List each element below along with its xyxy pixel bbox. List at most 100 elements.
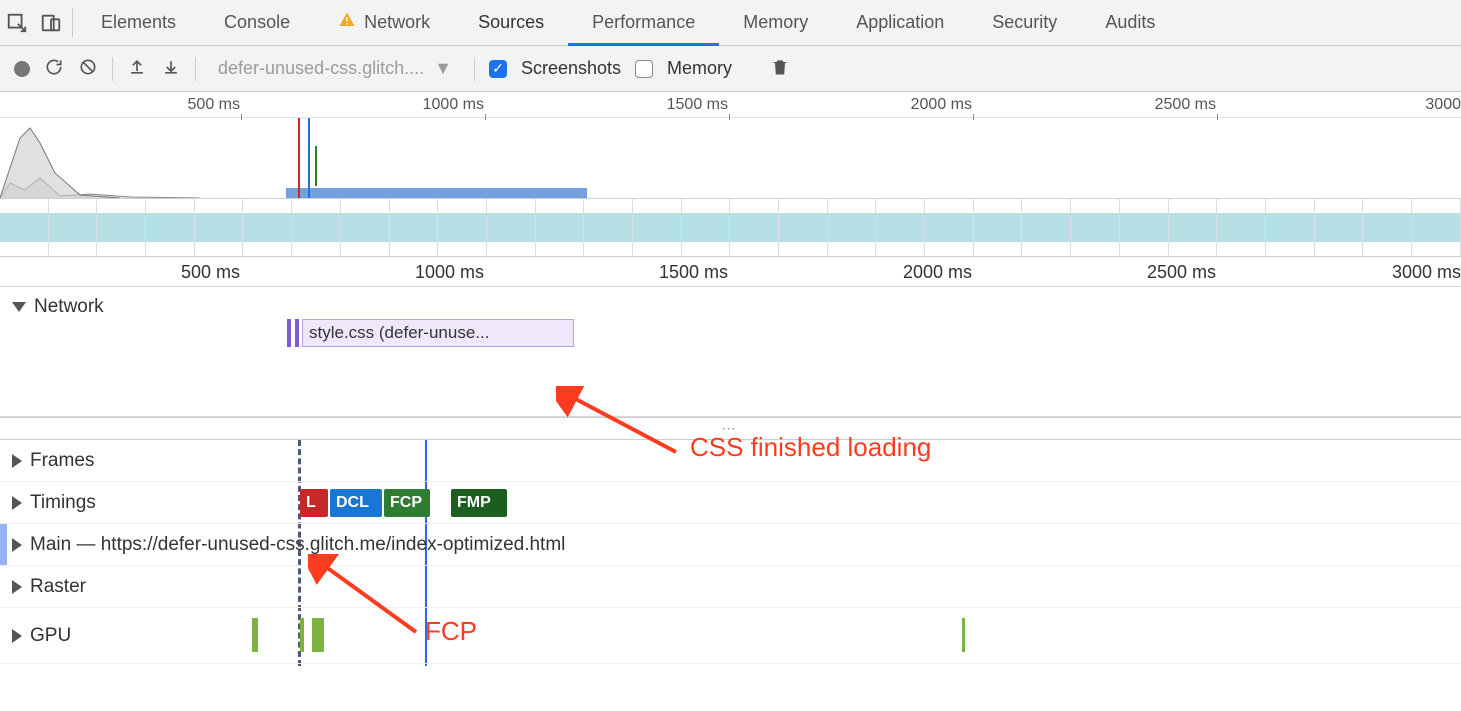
gpu-task bbox=[300, 618, 304, 652]
tab-label: Performance bbox=[592, 12, 695, 33]
ruler-tick: 2500 ms bbox=[1147, 262, 1216, 283]
timing-chip-fmp[interactable]: FMP bbox=[451, 489, 507, 517]
record-button[interactable] bbox=[14, 61, 30, 77]
filmstrip-frame[interactable] bbox=[633, 199, 682, 256]
filmstrip-frame[interactable] bbox=[390, 199, 439, 256]
inspect-icon[interactable] bbox=[0, 0, 34, 45]
chevron-right-icon bbox=[12, 454, 22, 468]
trash-icon[interactable] bbox=[770, 57, 790, 80]
overview-timeline[interactable]: 500 ms1000 ms1500 ms2000 ms2500 ms3000 bbox=[0, 92, 1461, 257]
filmstrip[interactable] bbox=[0, 198, 1461, 256]
download-icon[interactable] bbox=[161, 57, 181, 80]
frames-row[interactable]: Frames bbox=[0, 440, 1461, 482]
filmstrip-frame[interactable] bbox=[487, 199, 536, 256]
tab-security[interactable]: Security bbox=[968, 0, 1081, 45]
splitter-handle[interactable]: ⋯ bbox=[0, 417, 1461, 440]
upload-icon[interactable] bbox=[127, 57, 147, 80]
filmstrip-frame[interactable] bbox=[97, 199, 146, 256]
chevron-right-icon bbox=[12, 538, 22, 552]
timing-chip-dcl[interactable]: DCL bbox=[330, 489, 382, 517]
filmstrip-frame[interactable] bbox=[438, 199, 487, 256]
tab-audits[interactable]: Audits bbox=[1081, 0, 1179, 45]
filmstrip-frame[interactable] bbox=[730, 199, 779, 256]
overview-selection[interactable] bbox=[286, 188, 587, 198]
request-leader bbox=[287, 319, 291, 347]
filmstrip-frame[interactable] bbox=[1071, 199, 1120, 256]
timing-chip-fcp[interactable]: FCP bbox=[384, 489, 430, 517]
profile-dropdown[interactable]: defer-unused-css.glitch.... ▼ bbox=[210, 58, 460, 79]
main-label: Main — https://defer-unused-css.glitch.m… bbox=[30, 534, 565, 556]
raster-row[interactable]: Raster bbox=[0, 566, 1461, 608]
tab-elements[interactable]: Elements bbox=[77, 0, 200, 45]
ruler-tick: 2500 ms bbox=[1155, 96, 1216, 114]
tab-label: Console bbox=[224, 12, 290, 33]
timings-row[interactable]: Timings LDCLFCP FMP bbox=[0, 482, 1461, 524]
filmstrip-frame[interactable] bbox=[146, 199, 195, 256]
filmstrip-frame[interactable] bbox=[584, 199, 633, 256]
filmstrip-frame[interactable] bbox=[1412, 199, 1461, 256]
tab-performance[interactable]: Performance bbox=[568, 0, 719, 45]
screenshots-checkbox[interactable]: ✓ bbox=[489, 60, 507, 78]
filmstrip-frame[interactable] bbox=[1169, 199, 1218, 256]
detail-ruler: 500 ms1000 ms1500 ms2000 ms2500 ms3000 m… bbox=[0, 257, 1461, 287]
filmstrip-frame[interactable] bbox=[1120, 199, 1169, 256]
gpu-label: GPU bbox=[30, 625, 71, 647]
warning-icon bbox=[338, 11, 356, 34]
overview-ruler: 500 ms1000 ms1500 ms2000 ms2500 ms3000 bbox=[0, 92, 1461, 118]
filmstrip-frame[interactable] bbox=[1363, 199, 1412, 256]
filmstrip-frame[interactable] bbox=[779, 199, 828, 256]
network-track[interactable]: Network style.css (defer-unuse... bbox=[0, 287, 1461, 417]
filmstrip-frame[interactable] bbox=[1266, 199, 1315, 256]
filmstrip-frame[interactable] bbox=[243, 199, 292, 256]
network-track-header[interactable]: Network bbox=[0, 287, 104, 327]
filmstrip-frame[interactable] bbox=[876, 199, 925, 256]
clear-icon[interactable] bbox=[78, 57, 98, 80]
network-request-stylecss[interactable]: style.css (defer-unuse... bbox=[302, 319, 574, 347]
request-label: style.css (defer-unuse... bbox=[309, 323, 489, 343]
tab-console[interactable]: Console bbox=[200, 0, 314, 45]
frames-label: Frames bbox=[30, 450, 94, 472]
memory-checkbox[interactable] bbox=[635, 60, 653, 78]
timings-label: Timings bbox=[30, 492, 96, 514]
gpu-task bbox=[312, 618, 324, 652]
filmstrip-frame[interactable] bbox=[682, 199, 731, 256]
tab-memory[interactable]: Memory bbox=[719, 0, 832, 45]
flame-chart[interactable]: Frames Timings LDCLFCP FMP Main — https:/… bbox=[0, 440, 1461, 666]
request-leader-2 bbox=[295, 319, 299, 347]
raster-label: Raster bbox=[30, 576, 86, 598]
panel-tabs: Elements Console Network Sources Performance… bbox=[77, 0, 1179, 45]
reload-icon[interactable] bbox=[44, 57, 64, 80]
ruler-tick: 1000 ms bbox=[423, 96, 484, 114]
filmstrip-frame[interactable] bbox=[341, 199, 390, 256]
filmstrip-frame[interactable] bbox=[1217, 199, 1266, 256]
filmstrip-frame[interactable] bbox=[536, 199, 585, 256]
timing-chip-l[interactable]: L bbox=[300, 489, 328, 517]
tab-network[interactable]: Network bbox=[314, 0, 454, 45]
tab-label: Sources bbox=[478, 12, 544, 33]
ruler-tick: 1500 ms bbox=[667, 96, 728, 114]
screenshots-label: Screenshots bbox=[521, 58, 621, 79]
filmstrip-frame[interactable] bbox=[0, 199, 49, 256]
main-row[interactable]: Main — https://defer-unused-css.glitch.m… bbox=[0, 524, 1461, 566]
tab-label: Network bbox=[364, 12, 430, 33]
tab-sources[interactable]: Sources bbox=[454, 0, 568, 45]
filmstrip-frame[interactable] bbox=[292, 199, 341, 256]
tab-application[interactable]: Application bbox=[832, 0, 968, 45]
chevron-right-icon bbox=[12, 580, 22, 594]
filmstrip-frame[interactable] bbox=[1022, 199, 1071, 256]
filmstrip-frame[interactable] bbox=[828, 199, 877, 256]
chevron-right-icon bbox=[12, 629, 22, 643]
devtools-tabs-bar: Elements Console Network Sources Performance… bbox=[0, 0, 1461, 46]
filmstrip-frame[interactable] bbox=[49, 199, 98, 256]
tab-label: Security bbox=[992, 12, 1057, 33]
chevron-down-icon bbox=[12, 302, 26, 312]
filmstrip-frame[interactable] bbox=[974, 199, 1023, 256]
filmstrip-frame[interactable] bbox=[925, 199, 974, 256]
filmstrip-frame[interactable] bbox=[1315, 199, 1364, 256]
memory-label: Memory bbox=[667, 58, 732, 79]
gpu-row[interactable]: GPU bbox=[0, 608, 1461, 664]
ruler-tick: 2000 ms bbox=[911, 96, 972, 114]
device-toggle-icon[interactable] bbox=[34, 0, 68, 45]
filmstrip-frame[interactable] bbox=[195, 199, 244, 256]
perf-toolbar: defer-unused-css.glitch.... ▼ ✓ Screensh… bbox=[0, 46, 1461, 92]
